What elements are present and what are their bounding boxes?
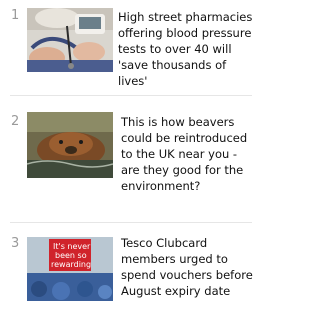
thumbnail-sign-line-2: been so <box>55 251 87 260</box>
article-item-1[interactable]: 1 High street pharmacies offering blood … <box>0 6 254 88</box>
thumbnail-sign-line-1: It's never <box>53 242 91 251</box>
article-headline[interactable]: High street pharmacies offering blood pr… <box>118 9 254 89</box>
divider <box>10 222 252 223</box>
rank-number: 3 <box>11 236 20 251</box>
rank-number: 2 <box>11 114 20 129</box>
most-read-list: 1 High street pharmacies offering blood … <box>0 0 254 309</box>
article-item-3[interactable]: 3 It's never been so rewarding Tesco Clu… <box>0 234 254 309</box>
article-headline[interactable]: This is how beavers could be reintroduce… <box>121 114 254 194</box>
thumbnail-sign-line-3: rewarding <box>51 260 91 269</box>
article-thumbnail-tesco[interactable]: It's never been so rewarding <box>27 237 113 301</box>
rank-number: 1 <box>11 8 20 23</box>
article-thumbnail-beaver[interactable] <box>27 112 113 178</box>
divider <box>10 95 252 96</box>
article-thumbnail-blood-pressure[interactable] <box>27 8 113 72</box>
article-item-2[interactable]: 2 This is how beavers could be reintrodu… <box>0 112 254 212</box>
article-headline[interactable]: Tesco Clubcard members urged to spend vo… <box>121 235 254 299</box>
